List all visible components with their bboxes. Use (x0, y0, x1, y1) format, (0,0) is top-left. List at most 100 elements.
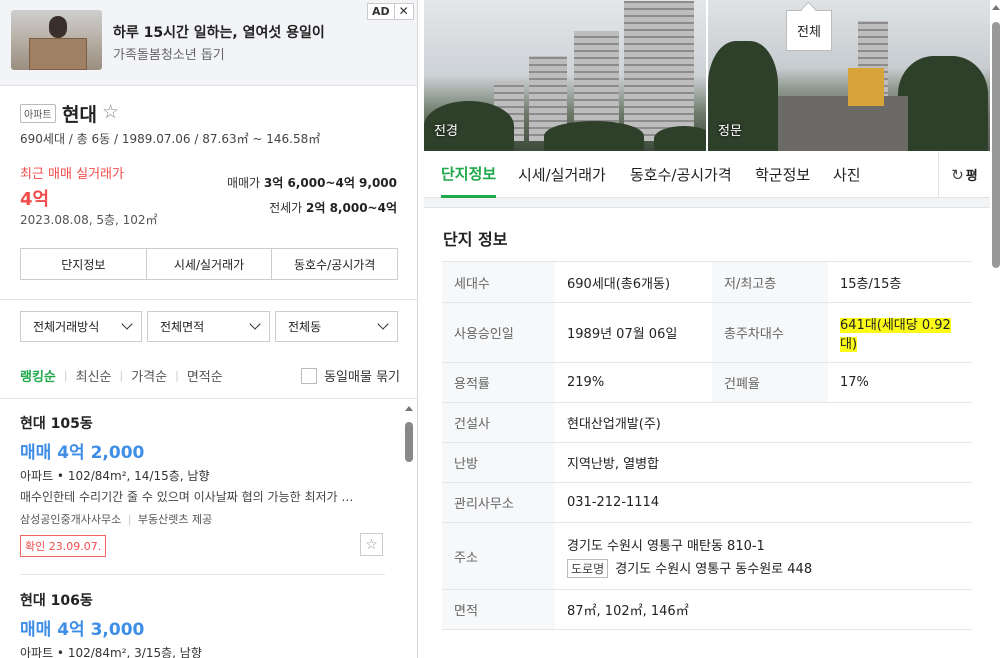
area-unit-toggle[interactable]: ↻ 평 (938, 151, 990, 198)
sort-separator: | (175, 368, 179, 382)
listing-star-icon[interactable]: ☆ (360, 533, 383, 556)
divider (0, 398, 417, 399)
households-value: 690세대(총6개동) (555, 261, 712, 303)
photo-label-exterior: 전경 (434, 124, 458, 139)
ad-thumbnail[interactable] (11, 10, 102, 70)
area-value: 전체면적 (160, 320, 205, 334)
address-label: 주소 (442, 522, 555, 590)
divider (0, 299, 417, 300)
area-unit-label: 평 (965, 169, 978, 184)
table-row: 사용승인일 1989년 07월 06일 총주차대수 641대(세대당 0.92대… (442, 302, 972, 363)
photo-label-gate: 정문 (718, 124, 742, 139)
approval-value: 1989년 07월 06일 (555, 302, 712, 363)
sort-ranking[interactable]: 랭킹순 (20, 366, 56, 385)
sort-latest[interactable]: 최신순 (76, 366, 112, 385)
listing-item[interactable]: 현대 106동 매매 4억 3,000 아파트 • 102/84m², 3/15… (20, 590, 385, 658)
area-label: 면적 (442, 589, 555, 630)
sort-separator: | (63, 368, 68, 382)
complex-name: 현대 (62, 104, 97, 126)
tab-school-info[interactable]: 학군정보 (755, 151, 810, 198)
road-name-tag: 도로명 (567, 558, 609, 578)
bcr-label: 건폐율 (712, 362, 828, 403)
listing-item[interactable]: 현대 105동 매매 4억 2,000 아파트 • 102/84m², 14/1… (20, 413, 385, 557)
listing-name: 현대 105동 (20, 416, 93, 432)
sort-price[interactable]: 가격순 (131, 366, 167, 385)
photo-exterior[interactable]: 전경 (424, 0, 706, 151)
lease-price-value: 2억 8,000~4억 (306, 201, 397, 215)
detail-tab-bar: 단지정보 시세/실거래가 동호수/공시가격 학군정보 사진 (424, 151, 990, 198)
ad-close-icon[interactable]: ✕ (393, 4, 413, 19)
tab-complex-info[interactable]: 단지정보 (441, 151, 497, 198)
tab-unit-official-price[interactable]: 동호수/공시가격 (630, 151, 732, 198)
tree-shape (544, 121, 644, 151)
building-shape (624, 1, 694, 141)
scrollbar-thumb[interactable] (992, 22, 1000, 268)
recent-trade-label: 최근 매매 실거래가 (20, 167, 124, 182)
area-dropdown[interactable]: 전체면적 (147, 311, 270, 342)
address-road-row: 도로명 경기도 수원시 영통구 동수원로 448 (567, 558, 960, 578)
builder-value: 현대산업개발(주) (555, 402, 972, 443)
parking-value: 641대(세대당 0.92대) (840, 317, 951, 352)
ad-subtitle: 가족돌봄청소년 돕기 (113, 48, 225, 63)
table-row: 관리사무소 031-212-1114 (442, 482, 972, 523)
listing-price: 매매 4억 2,000 (20, 443, 145, 463)
agency-name: 삼성공인중개사사무소 (20, 513, 122, 526)
floors-value: 15층/15층 (828, 261, 972, 303)
listing-desc: 아파트 • 102/84m², 14/15층, 남향 (20, 469, 210, 483)
sale-price-range: 매매가 3억 6,000~4억 9,000 (227, 174, 397, 191)
photo-gate[interactable]: 정문 (708, 0, 990, 151)
detail-scrollbar[interactable] (990, 0, 1002, 658)
road-shape (778, 96, 908, 151)
approval-label: 사용승인일 (442, 302, 555, 363)
listing-scrollbar[interactable] (403, 402, 415, 658)
tab-unit-official-price[interactable]: 동호수/공시가격 (272, 249, 397, 279)
scroll-up-icon[interactable] (992, 5, 1000, 10)
address-road: 경기도 수원시 영통구 동수원로 448 (615, 561, 813, 577)
listing-name: 현대 106동 (20, 593, 93, 609)
tab-complex-info[interactable]: 단지정보 (21, 249, 147, 279)
tab-price-trades[interactable]: 시세/실거래가 (147, 249, 273, 279)
ad-title[interactable]: 하루 15시간 일하는, 열여섯 용일이 (113, 22, 325, 42)
group-same-listings[interactable]: 동일매물 묶기 (301, 366, 400, 385)
provider-name: 부동산렛츠 제공 (137, 513, 213, 526)
recent-trade-price: 4억 (20, 189, 50, 210)
lease-price-range: 전세가 2억 8,000~4억 (269, 199, 397, 216)
photo-all-tooltip[interactable]: 전체 (786, 10, 832, 51)
area-value: 87㎡, 102㎡, 146㎡ (555, 589, 972, 630)
listing-price: 매매 4억 3,000 (20, 620, 145, 640)
tab-price-trades[interactable]: 시세/실거래가 (518, 151, 606, 198)
group-checkbox[interactable] (301, 367, 318, 384)
complex-info-title: 단지 정보 (443, 230, 508, 249)
ad-badge: AD ✕ (367, 3, 414, 20)
tab-photos[interactable]: 사진 (833, 151, 861, 198)
complex-tab-bar: 단지정보 시세/실거래가 동호수/공시가격 (20, 248, 398, 280)
chevron-down-icon (377, 318, 389, 330)
address-cell: 경기도 수원시 영통구 매탄동 810-1 도로명 경기도 수원시 영통구 동수… (555, 522, 972, 590)
tree-shape (654, 126, 706, 151)
sort-separator: | (119, 368, 124, 382)
divider (20, 574, 385, 575)
lease-price-label: 전세가 (269, 201, 303, 215)
detail-panel: 전경 정문 전체 단지정보 시세/실거래가 동호수/공시가격 학군정보 사진 ↻… (424, 0, 1002, 658)
table-row: 난방 지역난방, 열병합 (442, 442, 972, 483)
office-value: 031-212-1114 (555, 482, 972, 523)
trade-type-value: 전체거래방식 (33, 320, 100, 334)
agency-separator: | (127, 513, 132, 526)
ad-banner[interactable]: 하루 15시간 일하는, 열여섯 용일이 가족돌봄청소년 돕기 AD ✕ (0, 0, 417, 86)
refresh-icon: ↻ (951, 165, 964, 184)
trade-type-dropdown[interactable]: 전체거래방식 (20, 311, 142, 342)
heating-value: 지역난방, 열병합 (555, 442, 972, 483)
table-row: 세대수 690세대(총6개동) 저/최고층 15층/15층 (442, 261, 972, 303)
scrollbar-thumb[interactable] (405, 422, 413, 462)
address-lot: 경기도 수원시 영통구 매탄동 810-1 (567, 538, 765, 554)
sale-price-label: 매매가 (226, 176, 261, 190)
sale-price-value: 3억 6,000~4억 9,000 (263, 176, 397, 190)
listing-panel: 하루 15시간 일하는, 열여섯 용일이 가족돌봄청소년 돕기 AD ✕ 아파트… (0, 0, 418, 658)
building-dropdown[interactable]: 전체동 (275, 311, 398, 342)
favorite-star-icon[interactable]: ☆ (102, 101, 119, 123)
confirm-badge: 확인 23.09.07. (20, 535, 107, 557)
scroll-up-icon[interactable] (405, 406, 413, 411)
sort-area[interactable]: 면적순 (187, 366, 223, 385)
far-value: 219% (555, 362, 712, 403)
office-label: 관리사무소 (442, 482, 555, 523)
